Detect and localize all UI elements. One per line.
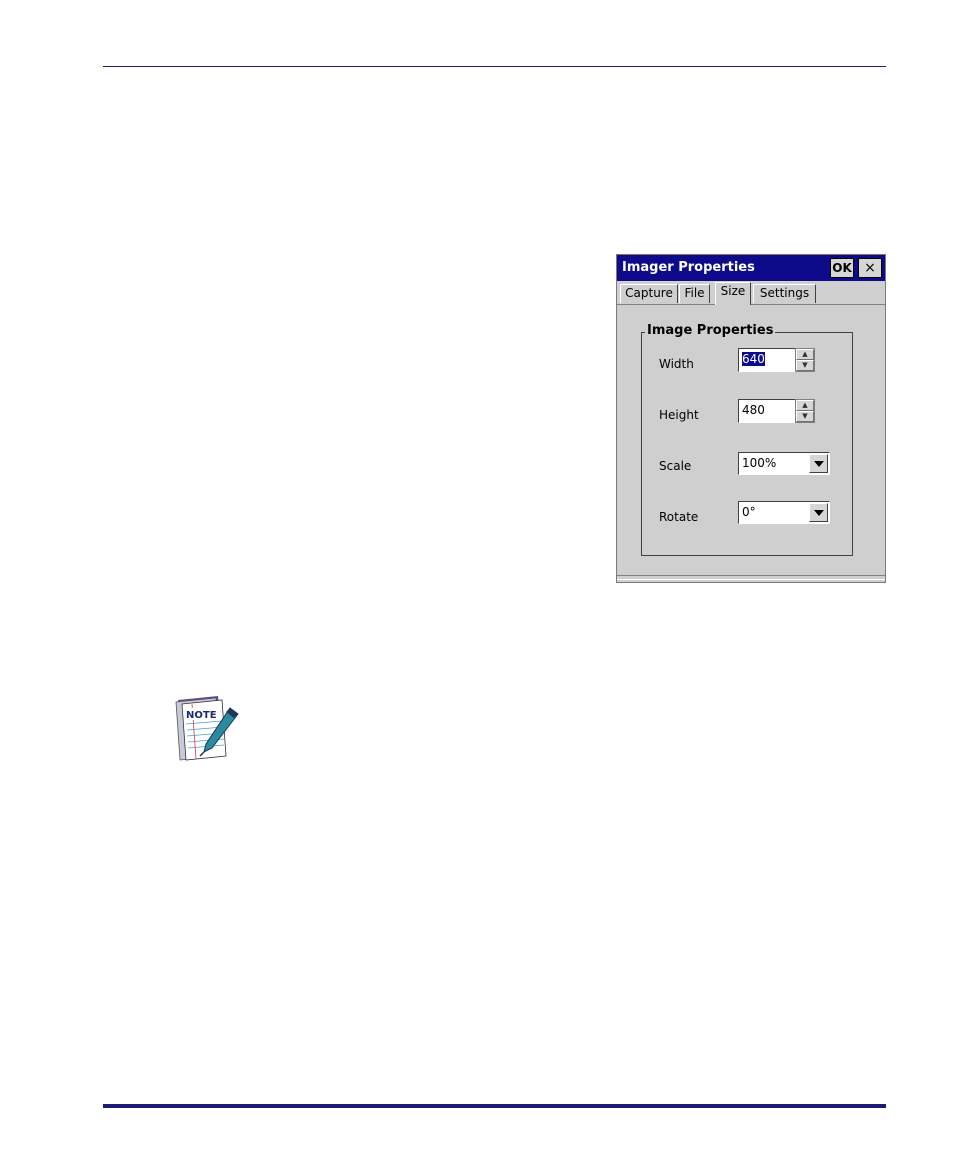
tab-file[interactable]: File	[679, 284, 710, 303]
dialog-bottom-edge	[617, 575, 885, 580]
dialog-titlebar: Imager Properties OK ×	[617, 255, 885, 281]
width-spin-up-icon[interactable]: ▲	[796, 349, 814, 360]
rotate-value: 0°	[742, 505, 756, 519]
rotate-label: Rotate	[659, 510, 699, 524]
scale-select[interactable]: 100%	[738, 452, 830, 475]
imager-properties-dialog: Imager Properties OK × Capture File Size…	[616, 254, 886, 583]
height-spin-up-icon[interactable]: ▲	[796, 400, 814, 411]
header-rule	[103, 66, 886, 67]
width-spinner[interactable]: ▲ ▼	[795, 348, 815, 372]
width-label: Width	[659, 357, 694, 371]
tab-strip: Capture File Size Settings	[617, 282, 885, 305]
rotate-dropdown-arrow-icon[interactable]	[809, 503, 828, 522]
tab-settings[interactable]: Settings	[753, 284, 816, 303]
dialog-title: Imager Properties	[622, 260, 755, 275]
scale-label: Scale	[659, 459, 692, 473]
width-spin-down-icon[interactable]: ▼	[796, 360, 814, 371]
close-button[interactable]: ×	[858, 258, 882, 278]
footer-rule	[103, 1104, 886, 1108]
height-spinner[interactable]: ▲ ▼	[795, 399, 815, 423]
rotate-select[interactable]: 0°	[738, 501, 830, 524]
note-icon: NOTE	[175, 696, 239, 761]
height-input[interactable]: 480	[738, 399, 796, 423]
tab-capture[interactable]: Capture	[620, 284, 678, 303]
group-label: Image Properties	[645, 323, 776, 338]
height-label: Height	[659, 408, 699, 422]
width-input[interactable]: 640	[738, 348, 796, 372]
height-spin-down-icon[interactable]: ▼	[796, 411, 814, 422]
ok-button[interactable]: OK	[830, 258, 854, 278]
height-value: 480	[742, 403, 765, 417]
scale-dropdown-arrow-icon[interactable]	[809, 454, 828, 473]
width-value: 640	[742, 352, 765, 366]
note-label: NOTE	[186, 710, 217, 721]
scale-value: 100%	[742, 456, 777, 470]
tab-size[interactable]: Size	[715, 282, 751, 305]
